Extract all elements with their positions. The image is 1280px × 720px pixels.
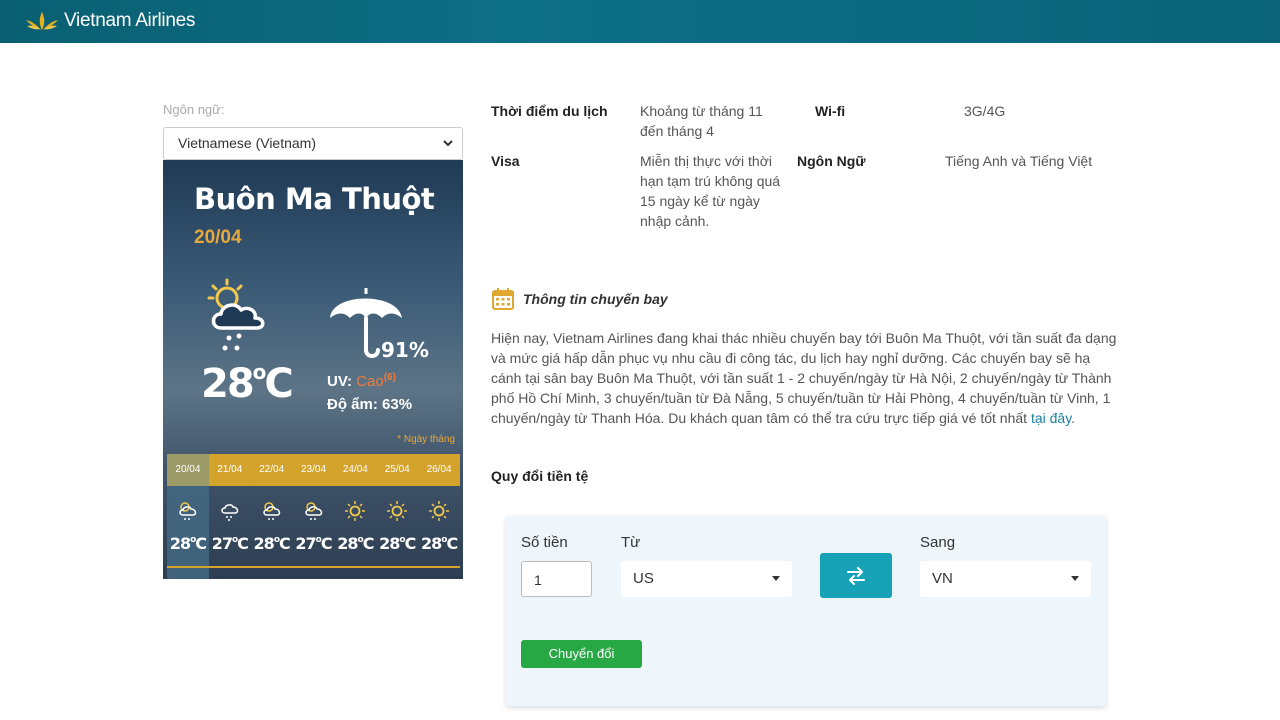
uv-value: Cao (356, 373, 384, 390)
degree-symbol: o (252, 360, 267, 384)
to-currency-select[interactable]: VN (920, 561, 1091, 597)
wifi-label: Wi-fi (815, 103, 846, 119)
uv-index: UV: Cao(6) (327, 372, 396, 390)
travel-time-label: Thời điểm du lịch (491, 103, 608, 119)
weather-widget: Buôn Ma Thuột 20/04 28oC 91% UV: Cao(6) … (163, 160, 463, 579)
forecast-temp-unit: C (446, 534, 458, 553)
flight-info-text: Hiện nay, Vietnam Airlines đang khai thá… (491, 328, 1121, 428)
weather-temp: 28oC (201, 360, 294, 407)
day-tab[interactable]: 21/04 (209, 454, 251, 486)
language-info-label: Ngôn Ngữ (797, 153, 866, 169)
forecast-divider (167, 566, 460, 568)
forecast-temp-value: 28 (379, 534, 400, 553)
forecast-temp-value: 28 (420, 534, 442, 553)
day-tab[interactable]: 24/04 (334, 454, 376, 486)
forecast-temp-value: 27 (295, 534, 316, 553)
weather-city: Buôn Ma Thuột (194, 182, 435, 216)
booking-link[interactable]: tại đây (1031, 410, 1071, 426)
day-tab[interactable]: 22/04 (251, 454, 293, 486)
day-tab[interactable]: 23/04 (293, 454, 335, 486)
visa-label: Visa (491, 153, 520, 169)
forecast-temp-value: 28 (169, 534, 191, 553)
travel-time-value: Khoảng từ tháng 11 đến tháng 4 (640, 103, 763, 139)
sun-cloud-rain-icon (262, 502, 280, 520)
uv-number: (6) (383, 372, 396, 383)
forecast-temp: 28oC (420, 534, 458, 553)
from-currency-select[interactable]: US (621, 561, 792, 597)
language-select[interactable]: Vietnamese (Vietnam) (163, 127, 463, 160)
forecast-temp-unit: C (237, 534, 249, 553)
humidity: Độ ẩm: 63% (327, 396, 413, 413)
chevron-down-icon (443, 140, 453, 147)
date-note: * Ngày tháng (397, 434, 455, 445)
from-currency-value: US (633, 570, 654, 587)
calendar-icon (492, 288, 514, 310)
sun-cloud-rain-icon (304, 502, 322, 520)
amount-label: Số tiền (521, 534, 568, 551)
day-tab[interactable]: 26/04 (418, 454, 460, 486)
forecast-temp: 27oC (211, 534, 249, 553)
flight-info-title: Thông tin chuyến bay (523, 291, 668, 307)
to-currency-value: VN (932, 570, 953, 587)
uv-label: UV: (327, 373, 353, 390)
forecast-temp-value: 27 (211, 534, 233, 553)
forecast-temp: 27oC (295, 534, 333, 553)
forecast-temp: 28oC (379, 534, 417, 553)
flight-info-body: Hiện nay, Vietnam Airlines đang khai thá… (491, 330, 1117, 426)
amount-input[interactable]: 1 (521, 561, 592, 597)
flight-info-end: . (1071, 410, 1076, 426)
sun-icon (345, 501, 366, 521)
language-info-value: Tiếng Anh và Tiếng Việt (945, 153, 1093, 169)
rain-chance: 91% (381, 338, 429, 362)
forecast-temp-value: 28 (337, 534, 358, 553)
swap-arrows-icon (847, 566, 865, 585)
forecast-temp: 28oC (337, 534, 375, 553)
forecast-days: 20/04 21/04 22/04 23/04 24/04 25/04 26/0… (167, 454, 460, 486)
forecast-temp-value: 28 (253, 534, 275, 553)
temp-value: 28 (201, 361, 255, 407)
sun-icon (429, 501, 450, 521)
visa-value: Miễn thị thực với thời hạn tạm trú không… (640, 153, 781, 229)
currency-converter: Số tiền 1 Từ US Sang VN Chuyển đổi (506, 516, 1106, 706)
lotus-logo-icon (26, 12, 58, 30)
language-label: Ngôn ngữ: (163, 102, 225, 117)
sun-cloud-rain-icon (207, 278, 265, 351)
sun-icon (387, 501, 408, 521)
forecast-temp: 28oC (169, 534, 207, 553)
temp-unit: C (264, 361, 293, 407)
language-selected: Vietnamese (Vietnam) (178, 135, 316, 151)
weather-date: 20/04 (194, 227, 242, 248)
logo[interactable]: Vietnam Airlines (24, 10, 195, 32)
day-tab[interactable]: 25/04 (376, 454, 418, 486)
from-label: Từ (621, 534, 641, 551)
wifi-value: 3G/4G (964, 103, 1006, 119)
day-tab[interactable]: 20/04 (167, 454, 209, 486)
currency-converter-title: Quy đổi tiền tệ (491, 468, 589, 484)
to-label: Sang (920, 534, 956, 551)
forecast-temp-unit: C (320, 534, 333, 553)
convert-button[interactable]: Chuyển đổi (521, 640, 642, 668)
caret-down-icon (1071, 576, 1079, 581)
forecast-temp-unit: C (362, 534, 375, 553)
forecast-temp-unit: C (279, 534, 291, 553)
swap-button[interactable] (820, 553, 892, 598)
caret-down-icon (772, 576, 780, 581)
sun-cloud-rain-icon (179, 502, 197, 520)
forecast-temp-unit: C (195, 534, 207, 553)
top-bar: Vietnam Airlines (0, 0, 1280, 43)
forecast-temp: 28oC (253, 534, 291, 553)
forecast-temp-unit: C (404, 534, 417, 553)
brand-name: Vietnam Airlines (64, 10, 196, 31)
cloud-rain-icon (221, 504, 238, 521)
